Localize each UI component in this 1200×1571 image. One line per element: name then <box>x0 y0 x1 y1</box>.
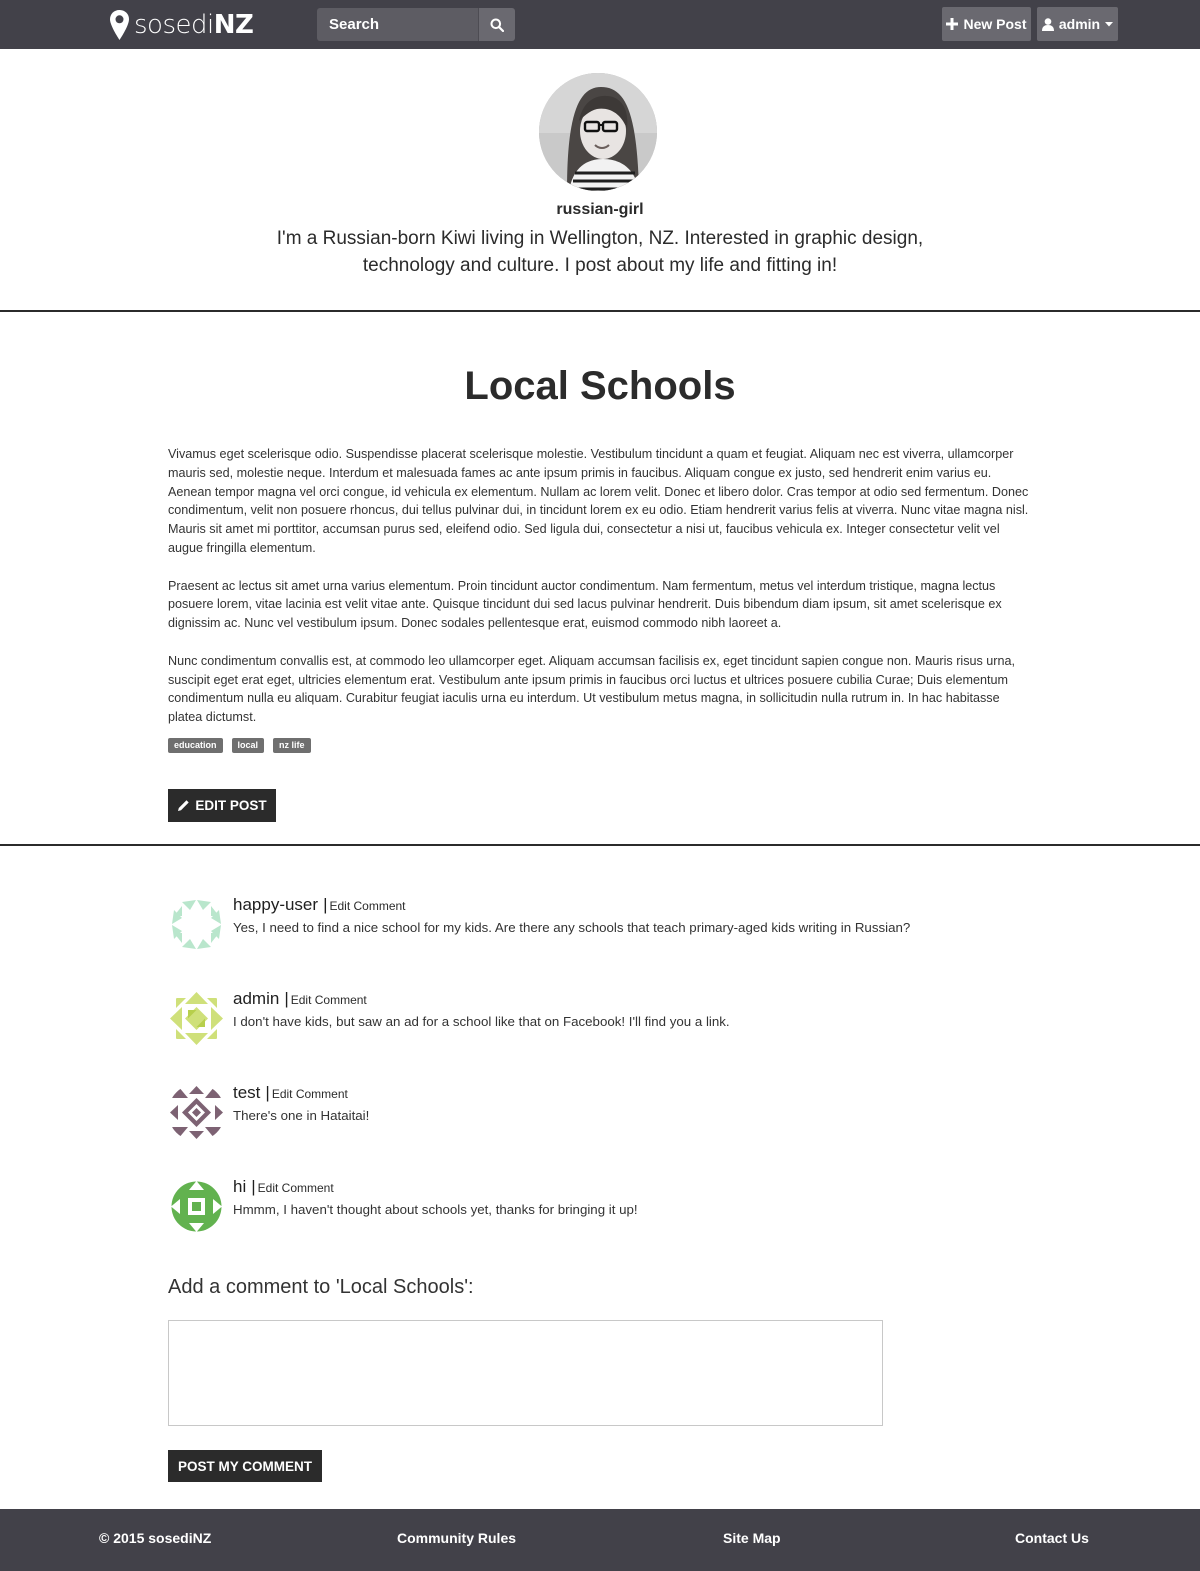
post-tags: education local nz life <box>168 738 311 753</box>
new-post-button[interactable]: New Post <box>942 7 1031 41</box>
tag-local[interactable]: local <box>231 738 265 753</box>
profile-username[interactable]: russian-girl <box>0 201 1200 219</box>
comment-text: Hmmm, I haven't thought about schools ye… <box>233 1202 638 1217</box>
identicon-shapes <box>170 1086 223 1139</box>
section-divider <box>0 310 1200 312</box>
profile-bio: I'm a Russian-born Kiwi living in Wellin… <box>276 228 924 276</box>
brand-name-light: sosedi <box>134 10 214 40</box>
comment-header: test | Edit Comment <box>233 1083 348 1103</box>
comment-avatar <box>168 1084 225 1141</box>
post-title: Local Schools <box>464 364 736 408</box>
comment-text: Yes, I need to find a nice school for my… <box>233 920 911 935</box>
search-button[interactable] <box>478 8 515 41</box>
top-navbar: sosediNZ New Post admin <box>0 0 1200 49</box>
post-paragraph: Nunc condimentum convallis est, at commo… <box>168 653 1016 725</box>
comment-author[interactable]: test <box>233 1083 260 1102</box>
user-icon <box>1041 17 1054 31</box>
tag-education[interactable]: education <box>168 738 223 753</box>
comment-header: happy-user | Edit Comment <box>233 895 406 915</box>
search-form <box>317 8 515 41</box>
comment-item: happy-user | Edit Comment Yes, I need to f… <box>168 895 1068 954</box>
post-comment-button[interactable]: POST MY COMMENT <box>168 1450 322 1482</box>
footer-site-map-link[interactable]: Site Map <box>723 1530 781 1546</box>
comment-header: admin | Edit Comment <box>233 989 367 1009</box>
user-menu-button[interactable]: admin <box>1037 7 1118 41</box>
footer-contact-link[interactable]: Contact Us <box>1015 1530 1089 1546</box>
add-comment-heading: Add a comment to 'Local Schools': <box>168 1276 474 1298</box>
comment-item: hi | Edit Comment Hmmm, I haven't thought … <box>168 1177 1068 1236</box>
separator: | <box>251 1177 256 1196</box>
edit-comment-link[interactable]: Edit Comment <box>258 1181 334 1195</box>
edit-comment-link[interactable]: Edit Comment <box>329 899 405 913</box>
post-paragraph: Praesent ac lectus sit amet urna varius … <box>168 578 1002 631</box>
comment-item: test | Edit Comment There's one in Hataita… <box>168 1083 1068 1142</box>
comment-text: There's one in Hataitai! <box>233 1108 370 1123</box>
comment-author[interactable]: admin <box>233 989 279 1008</box>
search-input[interactable] <box>317 8 478 41</box>
brand-logo[interactable]: sosediNZ <box>109 9 254 41</box>
edit-comment-link[interactable]: Edit Comment <box>272 1087 348 1101</box>
separator: | <box>265 1083 270 1102</box>
footer: © 2015 sosediNZ Community Rules Site Map… <box>0 1509 1200 1571</box>
pencil-icon <box>178 800 190 811</box>
brand-name-bold: NZ <box>213 10 254 40</box>
brand-name: sosediNZ <box>134 10 254 40</box>
comment-text: I don't have kids, but saw an ad for a s… <box>233 1014 730 1029</box>
edit-post-label: EDIT POST <box>195 798 267 813</box>
edit-comment-link[interactable]: Edit Comment <box>291 993 367 1007</box>
comment-avatar <box>168 896 225 953</box>
tag-nz-life[interactable]: nz life <box>273 738 311 753</box>
separator: | <box>284 989 289 1008</box>
comment-author[interactable]: hi <box>233 1177 246 1196</box>
comment-avatar <box>168 1178 225 1235</box>
caret-down-icon <box>1105 21 1114 26</box>
comment-textarea[interactable] <box>168 1320 883 1426</box>
post-body: Vivamus eget scelerisque odio. Suspendis… <box>168 445 1034 746</box>
plus-icon <box>946 18 959 30</box>
user-menu-label: admin <box>1058 16 1101 32</box>
map-pin-icon <box>110 10 129 40</box>
comment-header: hi | Edit Comment <box>233 1177 334 1197</box>
search-icon <box>490 18 504 32</box>
new-post-label: New Post <box>963 16 1027 32</box>
comment-avatar <box>168 990 225 1047</box>
footer-community-rules-link[interactable]: Community Rules <box>397 1530 516 1546</box>
comment-author[interactable]: happy-user <box>233 895 318 914</box>
edit-post-button[interactable]: EDIT POST <box>168 789 276 822</box>
identicon-shapes <box>170 992 223 1045</box>
footer-copyright: © 2015 sosediNZ <box>99 1530 212 1546</box>
profile-avatar <box>539 73 657 191</box>
post-paragraph: Vivamus eget scelerisque odio. Suspendis… <box>168 447 1029 555</box>
separator: | <box>323 895 328 914</box>
profile-photo <box>539 73 657 191</box>
comment-item: admin | Edit Comment I don't have kids, bu… <box>168 989 1068 1048</box>
section-divider <box>0 844 1200 846</box>
